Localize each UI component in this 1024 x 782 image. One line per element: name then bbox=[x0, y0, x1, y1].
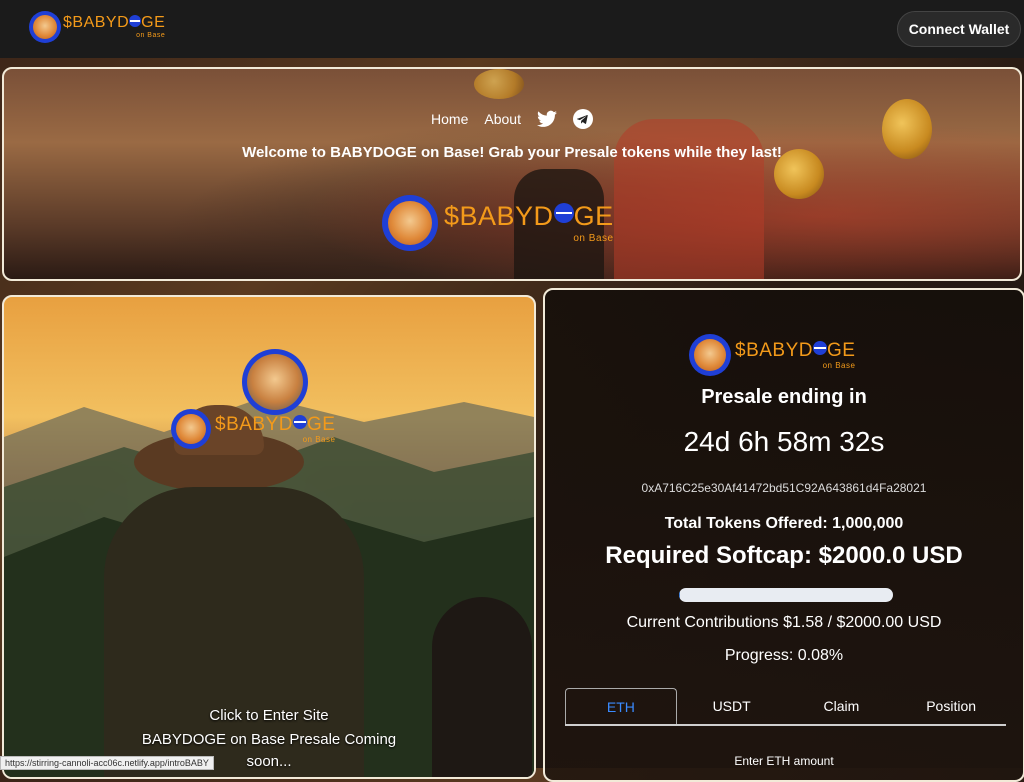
enter-amount-label: Enter ETH amount bbox=[545, 754, 1023, 768]
logo-subtext: on Base bbox=[823, 362, 856, 370]
telegram-icon[interactable] bbox=[573, 109, 593, 129]
contract-address[interactable]: 0xA716C25e30Af41472bd51C92A643861d4Fa280… bbox=[545, 481, 1023, 495]
tab-eth[interactable]: ETH bbox=[565, 688, 677, 724]
babydoge-coin-icon bbox=[29, 11, 61, 43]
tab-usdt[interactable]: USDT bbox=[677, 688, 787, 724]
click-to-enter-text[interactable]: Click to Enter Site bbox=[4, 707, 534, 724]
logo-text-end: GE bbox=[141, 14, 165, 31]
dog-figure bbox=[432, 597, 532, 777]
twitter-icon[interactable] bbox=[537, 110, 557, 128]
presale-coming-text: BABYDOGE on Base Presale Coming bbox=[4, 731, 534, 748]
presale-ending-label: Presale ending in bbox=[545, 386, 1023, 409]
progress-bar bbox=[679, 588, 893, 602]
contributions-text: Current Contributions $1.58 / $2000.00 U… bbox=[545, 614, 1023, 632]
hero-banner: Home About Welcome to BABYDOGE on Base! … bbox=[2, 67, 1022, 281]
logo-subtext: on Base bbox=[573, 234, 613, 244]
logo-text: $BABYD bbox=[63, 14, 129, 31]
dog-silhouette bbox=[614, 119, 764, 279]
logo-subtext: on Base bbox=[136, 32, 165, 39]
logo-text-end: GE bbox=[827, 340, 855, 361]
logo-text: $BABYD bbox=[735, 340, 813, 361]
babydoge-coin-icon bbox=[689, 334, 731, 376]
top-navbar: $BABYDoGE on Base Connect Wallet bbox=[0, 0, 1024, 58]
enter-site-card[interactable]: $BABYDoGE on Base Click to Enter Site BA… bbox=[2, 295, 536, 779]
nav-about-link[interactable]: About bbox=[484, 111, 521, 127]
welcome-message: Welcome to BABYDOGE on Base! Grab your P… bbox=[4, 144, 1020, 161]
logo-text-end: GE bbox=[307, 414, 335, 435]
tab-claim[interactable]: Claim bbox=[787, 688, 897, 724]
tokens-offered: Total Tokens Offered: 1,000,000 bbox=[545, 515, 1023, 533]
currency-tabs: ETH USDT Claim Position bbox=[565, 688, 1006, 726]
nav-home-link[interactable]: Home bbox=[431, 111, 468, 127]
site-logo[interactable]: $BABYDoGE on Base bbox=[29, 11, 165, 43]
babydoge-coin-icon bbox=[382, 195, 438, 251]
hero-nav: Home About bbox=[4, 109, 1020, 129]
progress-text: Progress: 0.08% bbox=[545, 647, 1023, 665]
logo-subtext: on Base bbox=[303, 436, 336, 444]
presale-logo: $BABYDoGE on Base bbox=[689, 334, 855, 376]
hero-logo: $BABYDoGE on Base bbox=[382, 195, 614, 251]
coin-decoration bbox=[474, 69, 524, 99]
countdown-timer: 24d 6h 58m 32s bbox=[545, 426, 1023, 458]
tab-position[interactable]: Position bbox=[896, 688, 1006, 724]
card-logo: $BABYDoGE on Base bbox=[171, 409, 335, 449]
logo-text: $BABYD bbox=[215, 414, 293, 435]
softcap-text: Required Softcap: $2000.0 USD bbox=[545, 542, 1023, 570]
avatar bbox=[242, 349, 308, 415]
logo-text-end: GE bbox=[574, 201, 614, 231]
connect-wallet-button[interactable]: Connect Wallet bbox=[897, 11, 1021, 47]
babydoge-coin-icon bbox=[171, 409, 211, 449]
logo-text: $BABYD bbox=[444, 201, 554, 231]
presale-card: $BABYDoGE on Base Presale ending in 24d … bbox=[543, 288, 1024, 782]
